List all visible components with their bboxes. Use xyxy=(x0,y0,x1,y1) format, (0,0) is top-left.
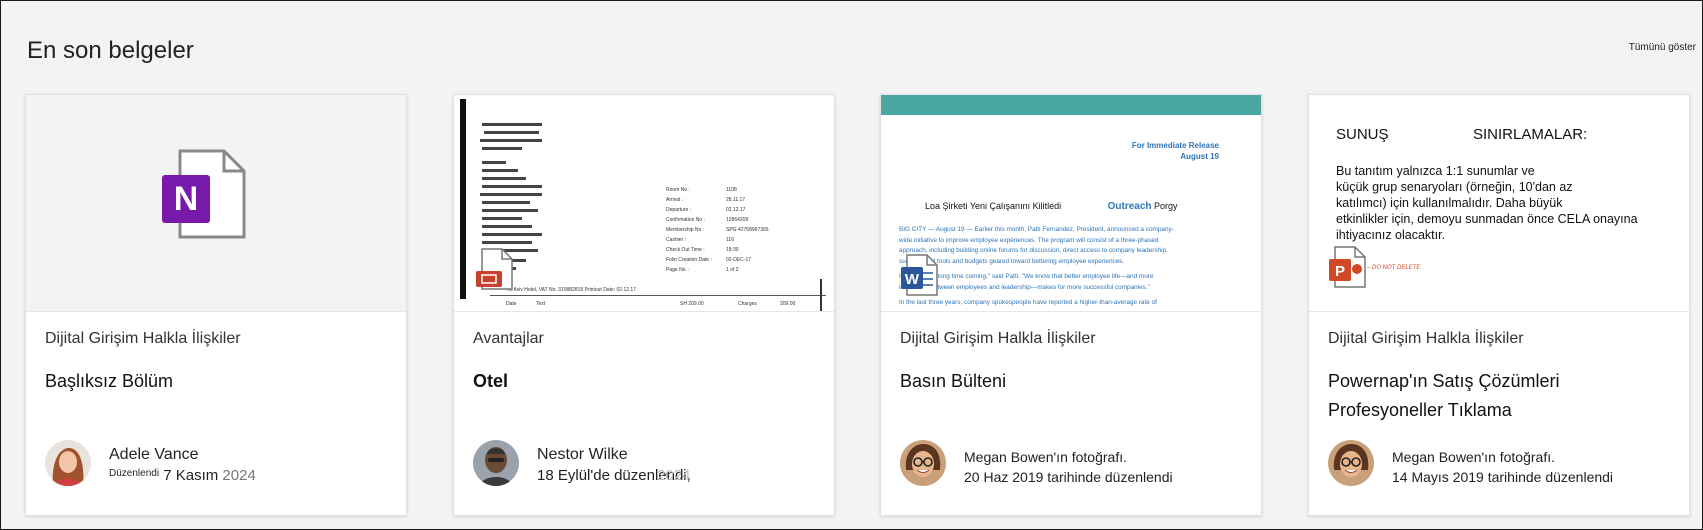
card-title[interactable]: Başlıksız Bölüm xyxy=(45,367,385,396)
card-source: Dijital Girişim Halkla İlişkiler xyxy=(45,330,241,347)
avatar xyxy=(473,440,519,486)
modified-info: 20 Haz 2019 tarihinde düzenlendi xyxy=(964,469,1173,485)
person-name: Adele Vance xyxy=(109,446,199,463)
card-thumbnail: SUNUŞ SINIRLAMALAR: Bu tanıtım yalnızca … xyxy=(1309,95,1689,311)
avatar xyxy=(1328,440,1374,486)
svg-text:SPG 42768967365: SPG 42768967365 xyxy=(726,227,769,233)
svg-text:116: 116 xyxy=(726,237,734,243)
document-card-image[interactable]: Room No : 1108 Arrival : 28.11.17 Departur… xyxy=(453,94,835,516)
card-thumbnail: For Immediate Release August 19 Loa Şirk… xyxy=(881,95,1261,311)
avatar xyxy=(45,440,91,486)
avatar xyxy=(900,440,946,486)
card-title[interactable]: Basın Bülteni xyxy=(900,367,1240,396)
receipt-row: Cashier : xyxy=(666,237,686,243)
modified-info: 18 Eylül'de düzenlendi, 2024 xyxy=(537,467,691,484)
document-card-powerpoint[interactable]: SUNUŞ SINIRLAMALAR: Bu tanıtım yalnızca … xyxy=(1308,94,1690,516)
doc-header-bar xyxy=(881,95,1261,115)
powerpoint-file-icon: P xyxy=(1329,246,1366,288)
svg-text:18:30: 18:30 xyxy=(726,247,739,253)
section-title: En son belgeler xyxy=(27,37,194,64)
card-source: Dijital Girişim Halkla İlişkiler xyxy=(900,330,1096,347)
doc-body: BIG CITY — August 19 — Earlier this mont… xyxy=(899,226,1174,306)
svg-text:Text: Text xyxy=(536,301,546,307)
svg-text:W: W xyxy=(905,271,920,288)
svg-text:209.00: 209.00 xyxy=(780,301,796,307)
svg-text:Date: Date xyxy=(506,301,517,307)
svg-text:SH 209.00: SH 209.00 xyxy=(680,301,704,307)
card-thumbnail: N xyxy=(26,95,406,311)
slide-stamp: – DO NOT DELETE xyxy=(1367,265,1421,271)
receipt-row: Folio Creation Date : xyxy=(666,257,712,263)
see-all-link[interactable]: Tümünü göster xyxy=(1629,42,1696,53)
svg-text:N: N xyxy=(174,180,199,218)
svg-text:28.11.17: 28.11.17 xyxy=(726,197,745,203)
svg-text:02-DEC-17: 02-DEC-17 xyxy=(726,257,751,263)
person-name: Megan Bowen'ın fotoğrafı. xyxy=(1392,449,1555,465)
recent-documents-panel: En son belgeler Tümünü göster N Dijital … xyxy=(0,0,1703,530)
word-file-icon: W xyxy=(901,254,938,296)
receipt-row: Arrival : xyxy=(666,197,683,203)
person-name: Megan Bowen'ın fotoğrafı. xyxy=(964,449,1127,465)
card-title[interactable]: Otel xyxy=(473,367,813,396)
svg-text:1108: 1108 xyxy=(726,187,737,193)
modified-info: 14 Mayıs 2019 tarihinde düzenlendi xyxy=(1392,469,1614,485)
modified-info: Düzenlendi 7 Kasım 2024 xyxy=(109,467,256,484)
svg-text:02.12.17: 02.12.17 xyxy=(726,207,746,213)
receipt-row: Membership No : xyxy=(666,227,704,233)
svg-text:1 of 2: 1 of 2 xyxy=(726,267,739,273)
receipt-row: Check Out Time : xyxy=(666,247,705,253)
svg-text:Charges: Charges xyxy=(738,301,757,307)
receipt-vat-line: Tel Aviv Hotel, VAT No. 310882819 Printo… xyxy=(506,287,636,293)
receipt-row: Departure : xyxy=(666,207,691,213)
document-card-word[interactable]: For Immediate Release August 19 Loa Şirk… xyxy=(880,94,1262,516)
person-name: Nestor Wilke xyxy=(537,446,628,463)
onenote-file-icon: N xyxy=(162,149,246,239)
image-file-icon xyxy=(476,248,513,290)
card-thumbnail: Room No : 1108 Arrival : 28.11.17 Departur… xyxy=(454,95,834,311)
slide-heading-left: SUNUŞ xyxy=(1336,126,1389,143)
card-source: Avantajlar xyxy=(473,330,544,347)
svg-text:12864209: 12864209 xyxy=(726,217,748,223)
doc-headline: Loa Şirketi Yeni Çalışanını Kilitledi Ou… xyxy=(925,201,1178,212)
doc-release: For Immediate Release xyxy=(1131,141,1219,150)
svg-text:P: P xyxy=(1335,263,1345,280)
receipt-row: Room No : xyxy=(666,187,690,193)
document-card-onenote[interactable]: N Dijital Girişim Halkla İlişkiler Başlı… xyxy=(25,94,407,516)
slide-heading-right: SINIRLAMALAR: xyxy=(1473,126,1588,143)
card-title[interactable]: Powernap'ın Satış Çözümleri Profesyonell… xyxy=(1328,367,1628,425)
card-source: Dijital Girişim Halkla İlişkiler xyxy=(1328,330,1524,347)
receipt-row: Page No. : xyxy=(666,267,690,273)
slide-body: Bu tanıtım yalnızca 1:1 sunumlar ve küçü… xyxy=(1336,164,1638,242)
receipt-row: Confirmation No : xyxy=(666,217,705,223)
receipt-preview: Room No : 1108 Arrival : 28.11.17 Departur… xyxy=(460,99,830,311)
doc-date: August 19 xyxy=(1180,152,1219,161)
